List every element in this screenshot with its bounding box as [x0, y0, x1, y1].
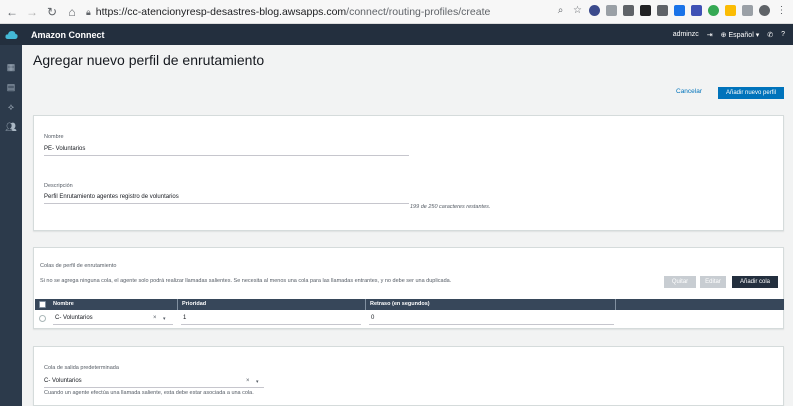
priority-input[interactable]: 1	[183, 315, 186, 321]
row-radio[interactable]	[39, 315, 46, 322]
chevron-down-icon[interactable]: ▾	[256, 379, 259, 385]
url-path: /connect/routing-profiles/create	[346, 6, 491, 18]
app-title: Amazon Connect	[31, 29, 105, 40]
help-icon[interactable]: ?	[781, 31, 785, 38]
chevron-down-icon[interactable]: ▾	[163, 316, 166, 322]
queues-table-header: Nombre Prioridad Retraso (en segundos)	[35, 299, 784, 310]
forward-icon[interactable]: →	[24, 4, 40, 20]
url-host: https://cc-atencionyresp-desastres-blog.…	[95, 6, 347, 18]
extension-icon[interactable]	[640, 5, 651, 16]
outbound-label: Cola de salida predeterminada	[44, 365, 119, 371]
cancel-button[interactable]: Cancelar	[676, 88, 702, 95]
extension-icon[interactable]	[708, 5, 719, 16]
reload-icon[interactable]: ↻	[44, 4, 60, 20]
extension-icon[interactable]	[606, 5, 617, 16]
dashboard-icon[interactable]: ▦	[0, 57, 22, 77]
outbound-panel: Cola de salida predeterminada C- Volunta…	[33, 346, 784, 406]
select-all-checkbox[interactable]	[39, 301, 46, 308]
routing-icon[interactable]: ⟡	[0, 97, 22, 117]
delay-underline	[369, 324, 614, 325]
phone-icon[interactable]: ✆	[767, 31, 773, 39]
general-panel: Nombre PE- Voluntarios Descripción Perfi…	[33, 115, 784, 231]
column-divider	[365, 299, 366, 310]
add-queue-button[interactable]: Añadir cola	[732, 276, 778, 288]
column-divider	[615, 299, 616, 310]
language-label: Español	[728, 31, 754, 39]
clear-icon[interactable]: ×	[246, 378, 250, 384]
extension-icon[interactable]	[623, 5, 634, 16]
address-bar[interactable]: 🔒︎ https://cc-atencionyresp-desastres-bl…	[86, 3, 586, 21]
column-header-name[interactable]: Nombre	[53, 301, 74, 307]
left-navigation: ▦ ▤ ⟡ 👥︎	[0, 45, 22, 406]
zoom-icon[interactable]: ⌕	[555, 5, 566, 16]
char-counter: 199 de 250 caracteres restantes.	[410, 204, 491, 210]
extension-icons: ⌕ ☆ ⋮	[555, 5, 787, 16]
logout-icon[interactable]: ⇥	[707, 31, 713, 39]
menu-icon[interactable]: ⋮	[776, 5, 787, 16]
extension-icon[interactable]	[691, 5, 702, 16]
description-label: Descripción	[44, 183, 73, 189]
user-name[interactable]: adminzc	[673, 31, 699, 38]
back-icon[interactable]: ←	[4, 4, 20, 20]
home-icon[interactable]: ⌂	[64, 4, 80, 20]
extension-icon[interactable]	[589, 5, 600, 16]
outbound-select[interactable]: C- Voluntarios	[44, 378, 82, 384]
name-label: Nombre	[44, 134, 64, 140]
star-icon[interactable]: ☆	[572, 5, 583, 16]
extension-icon[interactable]	[725, 5, 736, 16]
remove-button[interactable]: Quitar	[664, 276, 696, 288]
browser-toolbar: ← → ↻ ⌂ 🔒︎ https://cc-atencionyresp-desa…	[0, 0, 793, 24]
lock-icon: 🔒︎	[86, 6, 91, 17]
name-underline	[44, 155, 409, 156]
extension-icon[interactable]	[657, 5, 668, 16]
queues-panel: Colas de perfil de enrutamiento Si no se…	[33, 247, 784, 329]
extension-icon[interactable]	[742, 5, 753, 16]
column-header-priority[interactable]: Prioridad	[182, 301, 206, 307]
column-divider	[177, 299, 178, 310]
queues-help-text: Si no se agrega ninguna cola, el agente …	[40, 278, 452, 284]
users-icon[interactable]: 👥︎	[0, 117, 22, 137]
name-input[interactable]: PE- Voluntarios	[44, 146, 85, 152]
extension-icon[interactable]	[674, 5, 685, 16]
description-input[interactable]: Perfil Enrutamiento agentes registro de …	[44, 194, 179, 200]
metrics-icon[interactable]: ▤	[0, 77, 22, 97]
outbound-helper: Cuando un agente efectúa una llamada sal…	[44, 390, 254, 396]
outbound-underline	[44, 387, 264, 388]
select-underline	[53, 324, 173, 325]
description-underline	[44, 203, 409, 204]
add-profile-button[interactable]: Añadir nuevo perfil	[718, 87, 784, 99]
app-header: Amazon Connect adminzc ⇥ ⊕ Español ▾ ✆ ?	[0, 24, 793, 45]
delay-input[interactable]: 0	[371, 315, 374, 321]
page-title: Agregar nuevo perfil de enrutamiento	[33, 52, 265, 68]
table-row: C- Voluntarios × ▾ 1 0	[35, 312, 784, 326]
queues-section-label: Colas de perfil de enrutamiento	[40, 263, 117, 269]
priority-underline	[181, 324, 361, 325]
edit-button[interactable]: Editar	[700, 276, 726, 288]
language-selector[interactable]: ⊕ Español ▾	[721, 31, 760, 39]
column-header-delay[interactable]: Retraso (en segundos)	[370, 301, 430, 307]
queue-name-select[interactable]: C- Voluntarios	[55, 315, 93, 321]
cloud-logo-icon	[0, 24, 22, 45]
clear-icon[interactable]: ×	[153, 315, 157, 321]
profile-avatar[interactable]	[759, 5, 770, 16]
